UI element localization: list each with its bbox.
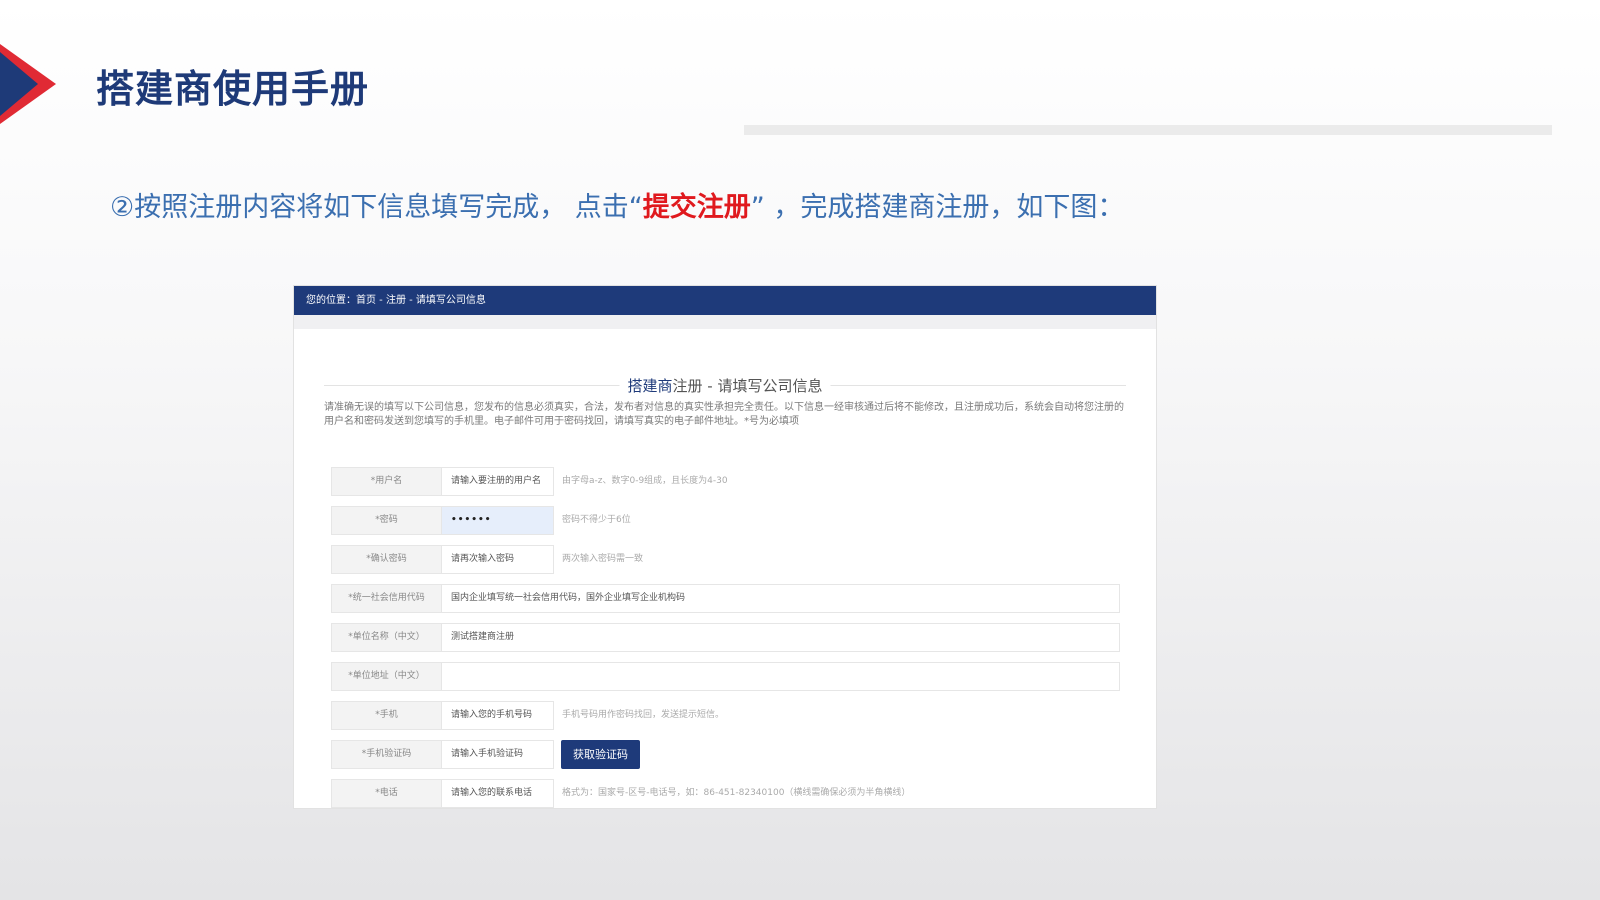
field-hint: 由字母a-z、数字0-9组成，且长度为4-30 — [562, 476, 728, 486]
field-label: *密码 — [331, 506, 442, 535]
username-input[interactable]: 请输入要注册的用户名 — [442, 467, 554, 496]
form-heading: 搭建商注册 - 请填写公司信息 — [619, 375, 831, 396]
credit-code-input[interactable]: 国内企业填写统一社会信用代码，国外企业填写企业机构码 — [442, 584, 1120, 613]
field-label: *统一社会信用代码 — [331, 584, 442, 613]
get-code-button[interactable]: 获取验证码 — [561, 740, 640, 769]
form-heading-row: 搭建商注册 - 请填写公司信息 — [324, 375, 1126, 396]
field-row-credit-code: *统一社会信用代码 国内企业填写统一社会信用代码，国外企业填写企业机构码 — [294, 584, 1156, 615]
field-row-mobile: *手机 请输入您的手机号码 手机号码用作密码找回，发送提示短信。 — [294, 701, 1156, 732]
field-label: *单位名称（中文） — [331, 623, 442, 652]
instruction-highlight: 提交注册 — [642, 192, 751, 223]
field-row-password: *密码 •••••• 密码不得少于6位 — [294, 506, 1156, 537]
field-row-company-address: *单位地址（中文） — [294, 662, 1156, 693]
sms-code-input[interactable]: 请输入手机验证码 — [442, 740, 554, 769]
form-rows: *用户名 请输入要注册的用户名 由字母a-z、数字0-9组成，且长度为4-30 … — [294, 467, 1156, 808]
field-hint: 两次输入密码需一致 — [562, 554, 644, 564]
instruction-after: ” ，完成搭建商注册，如下图： — [750, 192, 1125, 223]
field-row-phone: *电话 请输入您的联系电话 格式为：国家号-区号-电话号，如：86-451-82… — [294, 779, 1156, 808]
mobile-input[interactable]: 请输入您的手机号码 — [442, 701, 554, 730]
field-label: *手机验证码 — [331, 740, 442, 769]
confirm-password-input[interactable]: 请再次输入密码 — [442, 545, 554, 574]
password-input[interactable]: •••••• — [442, 506, 554, 535]
breadcrumb: 您的位置：首页 - 注册 - 请填写公司信息 — [294, 286, 1156, 315]
form-heading-rest: 注册 - 请填写公司信息 — [672, 377, 823, 395]
title-underline-bar — [744, 125, 1552, 135]
field-row-username: *用户名 请输入要注册的用户名 由字母a-z、数字0-9组成，且长度为4-30 — [294, 467, 1156, 498]
field-label: *用户名 — [331, 467, 442, 496]
field-hint: 手机号码用作密码找回，发送提示短信。 — [562, 710, 725, 720]
nav-gap — [294, 315, 1156, 329]
instruction-before: ②按照注册内容将如下信息填写完成， 点击“ — [110, 192, 643, 223]
form-heading-strong: 搭建商 — [627, 377, 673, 395]
registration-screenshot: 您的位置：首页 - 注册 - 请填写公司信息 搭建商注册 - 请填写公司信息 请… — [293, 285, 1157, 809]
field-label: *电话 — [331, 779, 442, 808]
instruction-text: ②按照注册内容将如下信息填写完成， 点击“提交注册” ，完成搭建商注册，如下图： — [110, 185, 1124, 224]
field-label: *手机 — [331, 701, 442, 730]
form-notice: 请准确无误的填写以下公司信息，您发布的信息必须真实，合法，发布者对信息的真实性承… — [324, 402, 1124, 427]
company-address-input[interactable] — [442, 662, 1120, 691]
field-label: *确认密码 — [331, 545, 442, 574]
field-row-confirm-password: *确认密码 请再次输入密码 两次输入密码需一致 — [294, 545, 1156, 576]
field-hint: 密码不得少于6位 — [562, 515, 631, 525]
company-name-input[interactable]: 测试搭建商注册 — [442, 623, 1120, 652]
field-row-company-name: *单位名称（中文） 测试搭建商注册 — [294, 623, 1156, 654]
phone-input[interactable]: 请输入您的联系电话 — [442, 779, 554, 808]
slide-title: 搭建商使用手册 — [96, 67, 370, 111]
field-row-sms-code: *手机验证码 请输入手机验证码 获取验证码 — [294, 740, 1156, 771]
field-hint: 格式为：国家号-区号-电话号，如：86-451-82340100（横线需确保必须… — [562, 788, 911, 798]
field-label: *单位地址（中文） — [331, 662, 442, 691]
